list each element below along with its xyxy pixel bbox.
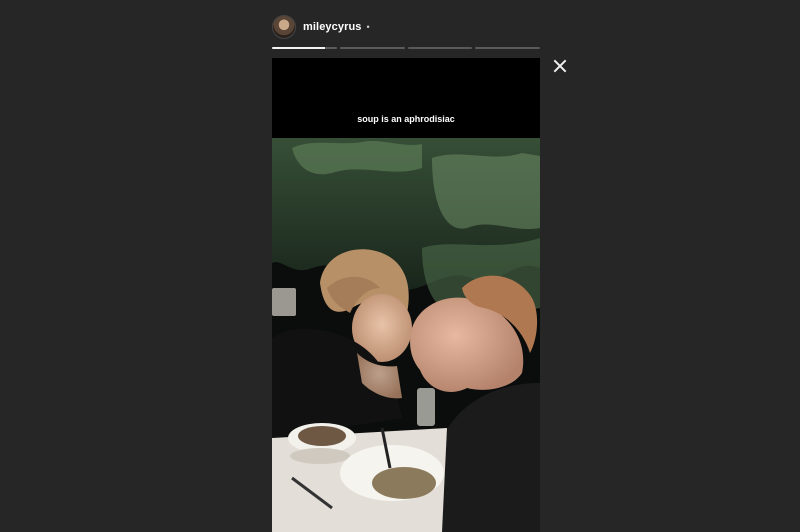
story-progress: [272, 47, 540, 49]
progress-segment: [475, 47, 540, 49]
progress-fill: [272, 47, 326, 49]
story-caption: soup is an aphrodisiac: [357, 114, 455, 124]
story-photo: [272, 138, 540, 532]
progress-segment: [407, 47, 473, 49]
story-viewer: mileycyrus • soup is an aphrodisiac: [0, 0, 800, 532]
avatar[interactable]: [272, 15, 296, 39]
story-header: mileycyrus •: [272, 12, 540, 42]
username[interactable]: mileycyrus: [303, 21, 361, 33]
close-icon[interactable]: [550, 56, 570, 76]
story-content[interactable]: soup is an aphrodisiac: [272, 58, 540, 532]
progress-segment: [272, 47, 337, 49]
progress-segment: [339, 47, 405, 49]
separator-dot: •: [366, 22, 370, 32]
